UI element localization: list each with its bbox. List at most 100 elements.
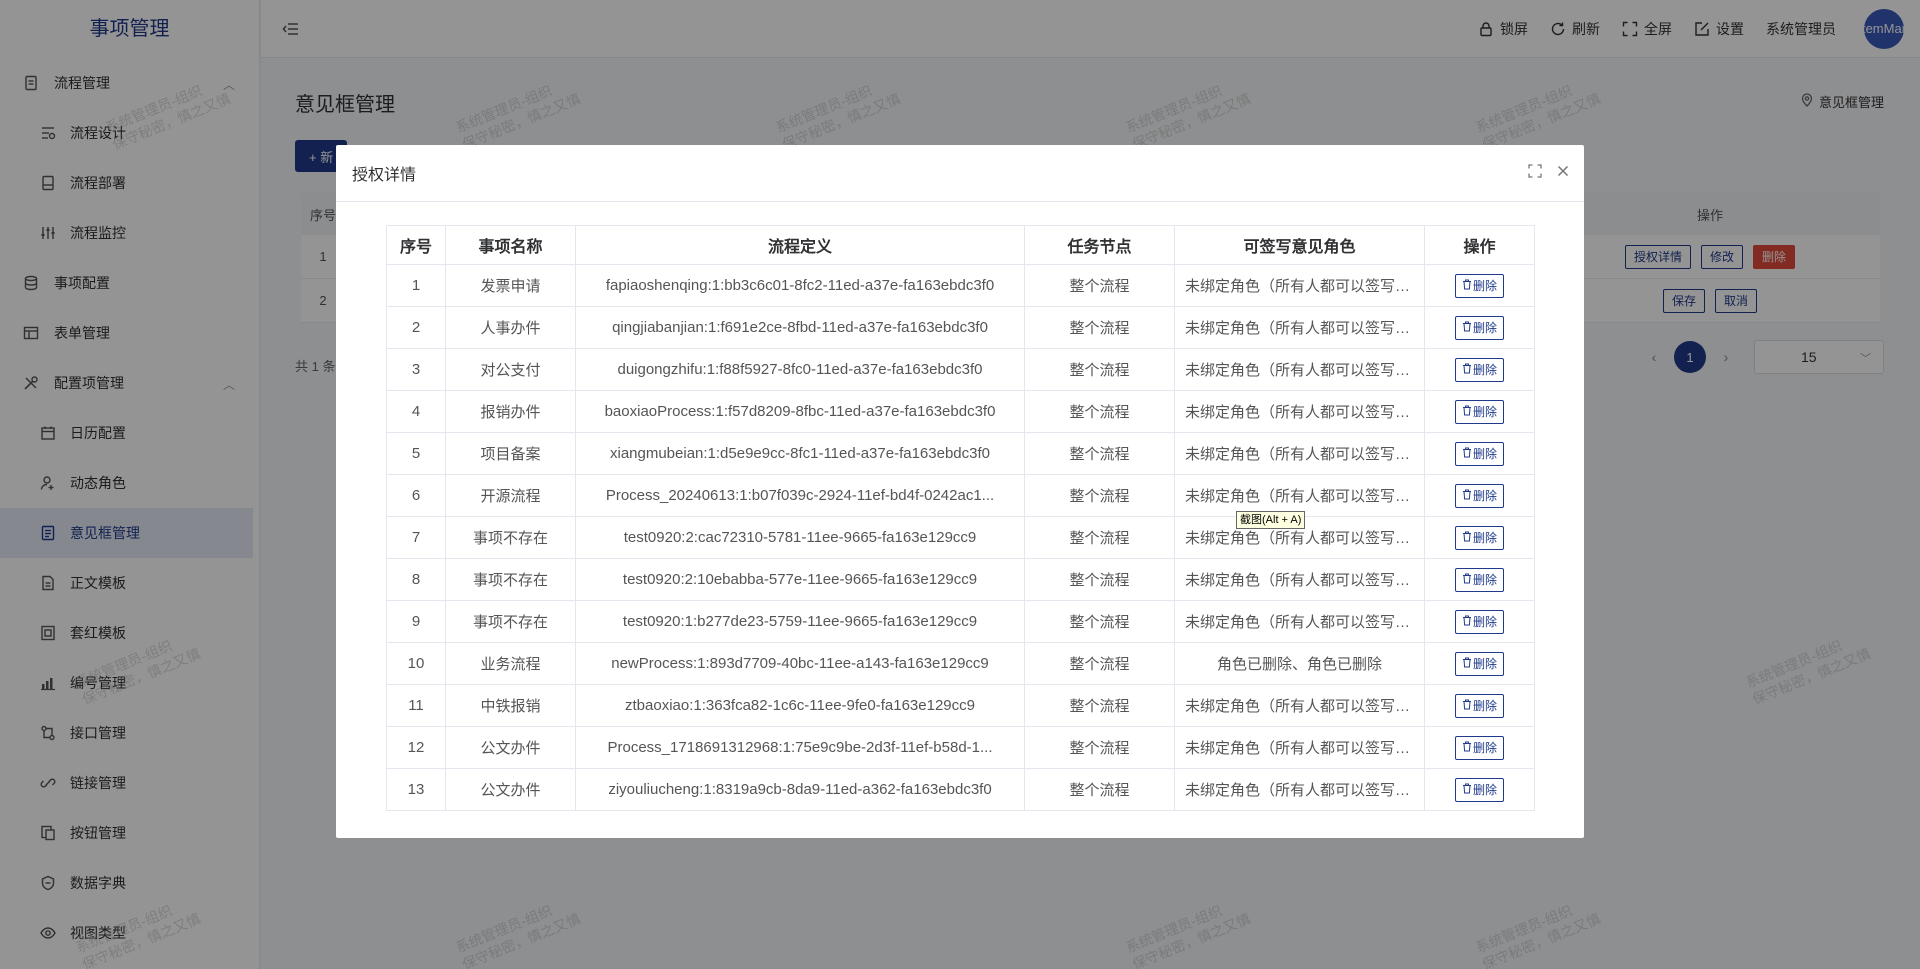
row-task-node: 整个流程 <box>1024 642 1175 685</box>
delete-button[interactable]: 删除 <box>1454 483 1504 508</box>
trash-icon <box>1462 531 1472 545</box>
delete-button[interactable]: 删除 <box>1454 777 1504 802</box>
delete-label: 删除 <box>1472 573 1497 587</box>
table-row: 11 中铁报销 ztbaoxiao:1:363fca82-1c6c-11ee-9fe… <box>386 684 1535 727</box>
trash-icon <box>1462 573 1472 587</box>
row-actions: 删除 <box>1424 600 1535 643</box>
delete-label: 删除 <box>1472 741 1497 755</box>
delete-button[interactable]: 删除 <box>1454 441 1504 466</box>
trash-icon <box>1462 363 1472 377</box>
row-item-name: 事项不存在 <box>445 558 576 601</box>
row-task-node: 整个流程 <box>1024 264 1175 307</box>
row-task-node: 整个流程 <box>1024 348 1175 391</box>
row-task-node: 整个流程 <box>1024 768 1175 811</box>
delete-label: 删除 <box>1472 363 1497 377</box>
table-row: 6 开源流程 Process_20240613:1:b07f039c-2924-11… <box>386 474 1535 517</box>
delete-label: 删除 <box>1472 321 1497 335</box>
trash-icon <box>1462 615 1472 629</box>
row-index: 9 <box>386 600 446 643</box>
delete-label: 删除 <box>1472 615 1497 629</box>
row-actions: 删除 <box>1424 474 1535 517</box>
dialog-tools <box>1528 164 1570 181</box>
delete-label: 删除 <box>1472 405 1497 419</box>
row-actions: 删除 <box>1424 726 1535 769</box>
delete-label: 删除 <box>1472 783 1497 797</box>
row-task-node: 整个流程 <box>1024 432 1175 475</box>
column-header-operation: 操作 <box>1424 225 1535 265</box>
row-task-node: 整个流程 <box>1024 474 1175 517</box>
delete-button[interactable]: 删除 <box>1454 273 1504 298</box>
delete-button[interactable]: 删除 <box>1454 735 1504 760</box>
table-row: 8 事项不存在 test0920:2:10ebabba-577e-11ee-9665… <box>386 558 1535 601</box>
delete-label: 删除 <box>1472 657 1497 671</box>
trash-icon <box>1462 699 1472 713</box>
maximize-icon[interactable] <box>1528 164 1542 181</box>
row-task-node: 整个流程 <box>1024 306 1175 349</box>
row-actions: 删除 <box>1424 390 1535 433</box>
auth-detail-dialog: 授权详情 序号 事项名称 流程定义 任务节点 可签写意见角色 操作 1 发票申请… <box>336 145 1584 838</box>
delete-button[interactable]: 删除 <box>1454 567 1504 592</box>
delete-label: 删除 <box>1472 531 1497 545</box>
row-definition: qingjiabanjian:1:f691e2ce-8fbd-11ed-a37e… <box>575 306 1025 349</box>
row-item-name: 中铁报销 <box>445 684 576 727</box>
row-definition: xiangmubeian:1:d5e9e9cc-8fc1-11ed-a37e-f… <box>575 432 1025 475</box>
row-index: 6 <box>386 474 446 517</box>
trash-icon <box>1462 405 1472 419</box>
column-header-role: 可签写意见角色 <box>1174 225 1425 265</box>
row-actions: 删除 <box>1424 768 1535 811</box>
column-header-index: 序号 <box>386 225 446 265</box>
row-definition: test0920:1:b277de23-5759-11ee-9665-fa163… <box>575 600 1025 643</box>
row-actions: 删除 <box>1424 684 1535 727</box>
row-index: 11 <box>386 684 446 727</box>
delete-label: 删除 <box>1472 279 1497 293</box>
row-role: 未绑定角色（所有人都可以签写意见） <box>1174 768 1425 811</box>
row-item-name: 事项不存在 <box>445 600 576 643</box>
row-role: 未绑定角色（所有人都可以签写意见） <box>1174 348 1425 391</box>
row-item-name: 对公支付 <box>445 348 576 391</box>
row-definition: baoxiaoProcess:1:f57d8209-8fbc-11ed-a37e… <box>575 390 1025 433</box>
row-definition: ztbaoxiao:1:363fca82-1c6c-11ee-9fe0-fa16… <box>575 684 1025 727</box>
row-task-node: 整个流程 <box>1024 684 1175 727</box>
row-index: 4 <box>386 390 446 433</box>
row-item-name: 发票申请 <box>445 264 576 307</box>
row-index: 3 <box>386 348 446 391</box>
trash-icon <box>1462 321 1472 335</box>
delete-button[interactable]: 删除 <box>1454 693 1504 718</box>
trash-icon <box>1462 657 1472 671</box>
row-actions: 删除 <box>1424 306 1535 349</box>
delete-label: 删除 <box>1472 489 1497 503</box>
row-index: 2 <box>386 306 446 349</box>
row-definition: Process_1718691312968:1:75e9c9be-2d3f-11… <box>575 726 1025 769</box>
close-icon[interactable] <box>1556 164 1570 181</box>
table-row: 12 公文办件 Process_1718691312968:1:75e9c9be-2… <box>386 726 1535 769</box>
trash-icon <box>1462 279 1472 293</box>
table-header-row: 序号 事项名称 流程定义 任务节点 可签写意见角色 操作 <box>386 225 1535 265</box>
row-definition: Process_20240613:1:b07f039c-2924-11ef-bd… <box>575 474 1025 517</box>
row-task-node: 整个流程 <box>1024 726 1175 769</box>
delete-label: 删除 <box>1472 699 1497 713</box>
row-role: 未绑定角色（所有人都可以签写意见） <box>1174 684 1425 727</box>
row-definition: test0920:2:10ebabba-577e-11ee-9665-fa163… <box>575 558 1025 601</box>
trash-icon <box>1462 741 1472 755</box>
row-definition: ziyouliucheng:1:8319a9cb-8da9-11ed-a362-… <box>575 768 1025 811</box>
delete-button[interactable]: 删除 <box>1454 525 1504 550</box>
row-role: 未绑定角色（所有人都可以签写意见） <box>1174 726 1425 769</box>
trash-icon <box>1462 489 1472 503</box>
dialog-body: 序号 事项名称 流程定义 任务节点 可签写意见角色 操作 1 发票申请 fapiao… <box>336 202 1584 811</box>
delete-label: 删除 <box>1472 447 1497 461</box>
row-role: 角色已删除、角色已删除 <box>1174 642 1425 685</box>
trash-icon <box>1462 447 1472 461</box>
screenshot-tooltip: 截图(Alt + A) <box>1236 511 1306 529</box>
delete-button[interactable]: 删除 <box>1454 399 1504 424</box>
row-task-node: 整个流程 <box>1024 390 1175 433</box>
row-index: 5 <box>386 432 446 475</box>
row-item-name: 开源流程 <box>445 474 576 517</box>
delete-button[interactable]: 删除 <box>1454 609 1504 634</box>
table-row: 5 项目备案 xiangmubeian:1:d5e9e9cc-8fc1-11ed-a… <box>386 432 1535 475</box>
row-role: 未绑定角色（所有人都可以签写意见） <box>1174 558 1425 601</box>
row-item-name: 公文办件 <box>445 768 576 811</box>
delete-button[interactable]: 删除 <box>1454 357 1504 382</box>
delete-button[interactable]: 删除 <box>1454 651 1504 676</box>
column-header-definition: 流程定义 <box>575 225 1025 265</box>
delete-button[interactable]: 删除 <box>1454 315 1504 340</box>
